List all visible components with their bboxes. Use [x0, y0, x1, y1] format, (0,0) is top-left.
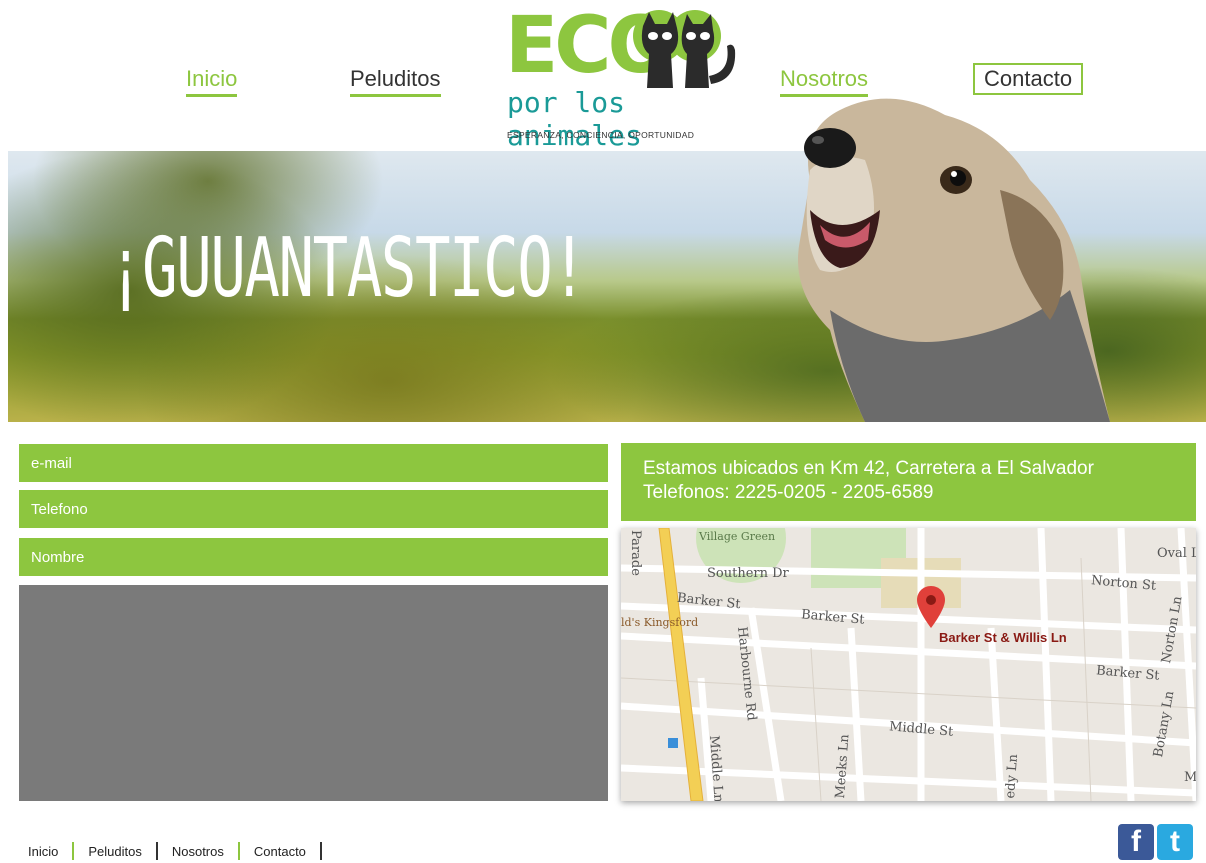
footer-separator — [319, 842, 322, 860]
logo-slogan: ESPERANZA, CONCIENCIA, OPORTUNIDAD — [507, 130, 695, 140]
footer-link-contacto[interactable]: Contacto — [254, 844, 306, 859]
footer-link-inicio[interactable]: Inicio — [28, 844, 58, 859]
footer-separator — [155, 842, 158, 860]
dog-image — [798, 98, 1110, 422]
phones-text: Telefonos: 2225-0205 - 2205-6589 — [643, 482, 934, 503]
message-textarea[interactable] — [19, 585, 608, 801]
map-marker-label: Barker St & Willis Ln — [939, 630, 1067, 645]
name-field[interactable]: Nombre — [19, 538, 608, 576]
map-label-village-green: Village Green — [699, 530, 776, 543]
location-map[interactable]: Village Green Southern Dr Parade Barker … — [621, 528, 1196, 801]
nav-inicio[interactable]: Inicio — [186, 66, 238, 97]
map-label-m: M — [1184, 770, 1196, 785]
nav-peluditos[interactable]: Peluditos — [350, 66, 441, 97]
cats-icon — [633, 10, 736, 88]
facebook-icon[interactable]: f — [1118, 824, 1154, 860]
contact-info: Estamos ubicados en Km 42, Carretera a E… — [621, 443, 1196, 521]
site-logo[interactable]: ECO por los animales ESPERANZA, CONCIENC… — [505, 6, 740, 152]
footer-link-peluditos[interactable]: Peluditos — [88, 844, 141, 859]
footer-separator — [237, 842, 240, 860]
map-label-kingsford: ld's Kingsford — [621, 616, 699, 629]
map-label-oval: Oval L — [1157, 546, 1196, 561]
footer-separator — [72, 842, 75, 860]
address-text: Estamos ubicados en Km 42, Carretera a E… — [643, 458, 1094, 479]
hero-headline: ¡GUUANTASTICO! — [108, 221, 587, 316]
map-label-southern-dr: Southern Dr — [707, 566, 789, 581]
map-label-edy: edy Ln — [1003, 753, 1022, 800]
twitter-icon[interactable]: t — [1157, 824, 1193, 860]
email-field[interactable]: e-mail — [19, 444, 608, 482]
footer-nav: Inicio Peluditos Nosotros Contacto — [28, 842, 336, 860]
phone-field[interactable]: Telefono — [19, 490, 608, 528]
logo-tagline: por los animales — [507, 86, 642, 152]
footer-link-nosotros[interactable]: Nosotros — [172, 844, 224, 859]
map-label-parade: Parade — [628, 530, 643, 576]
map-pin-icon[interactable] — [917, 586, 945, 628]
